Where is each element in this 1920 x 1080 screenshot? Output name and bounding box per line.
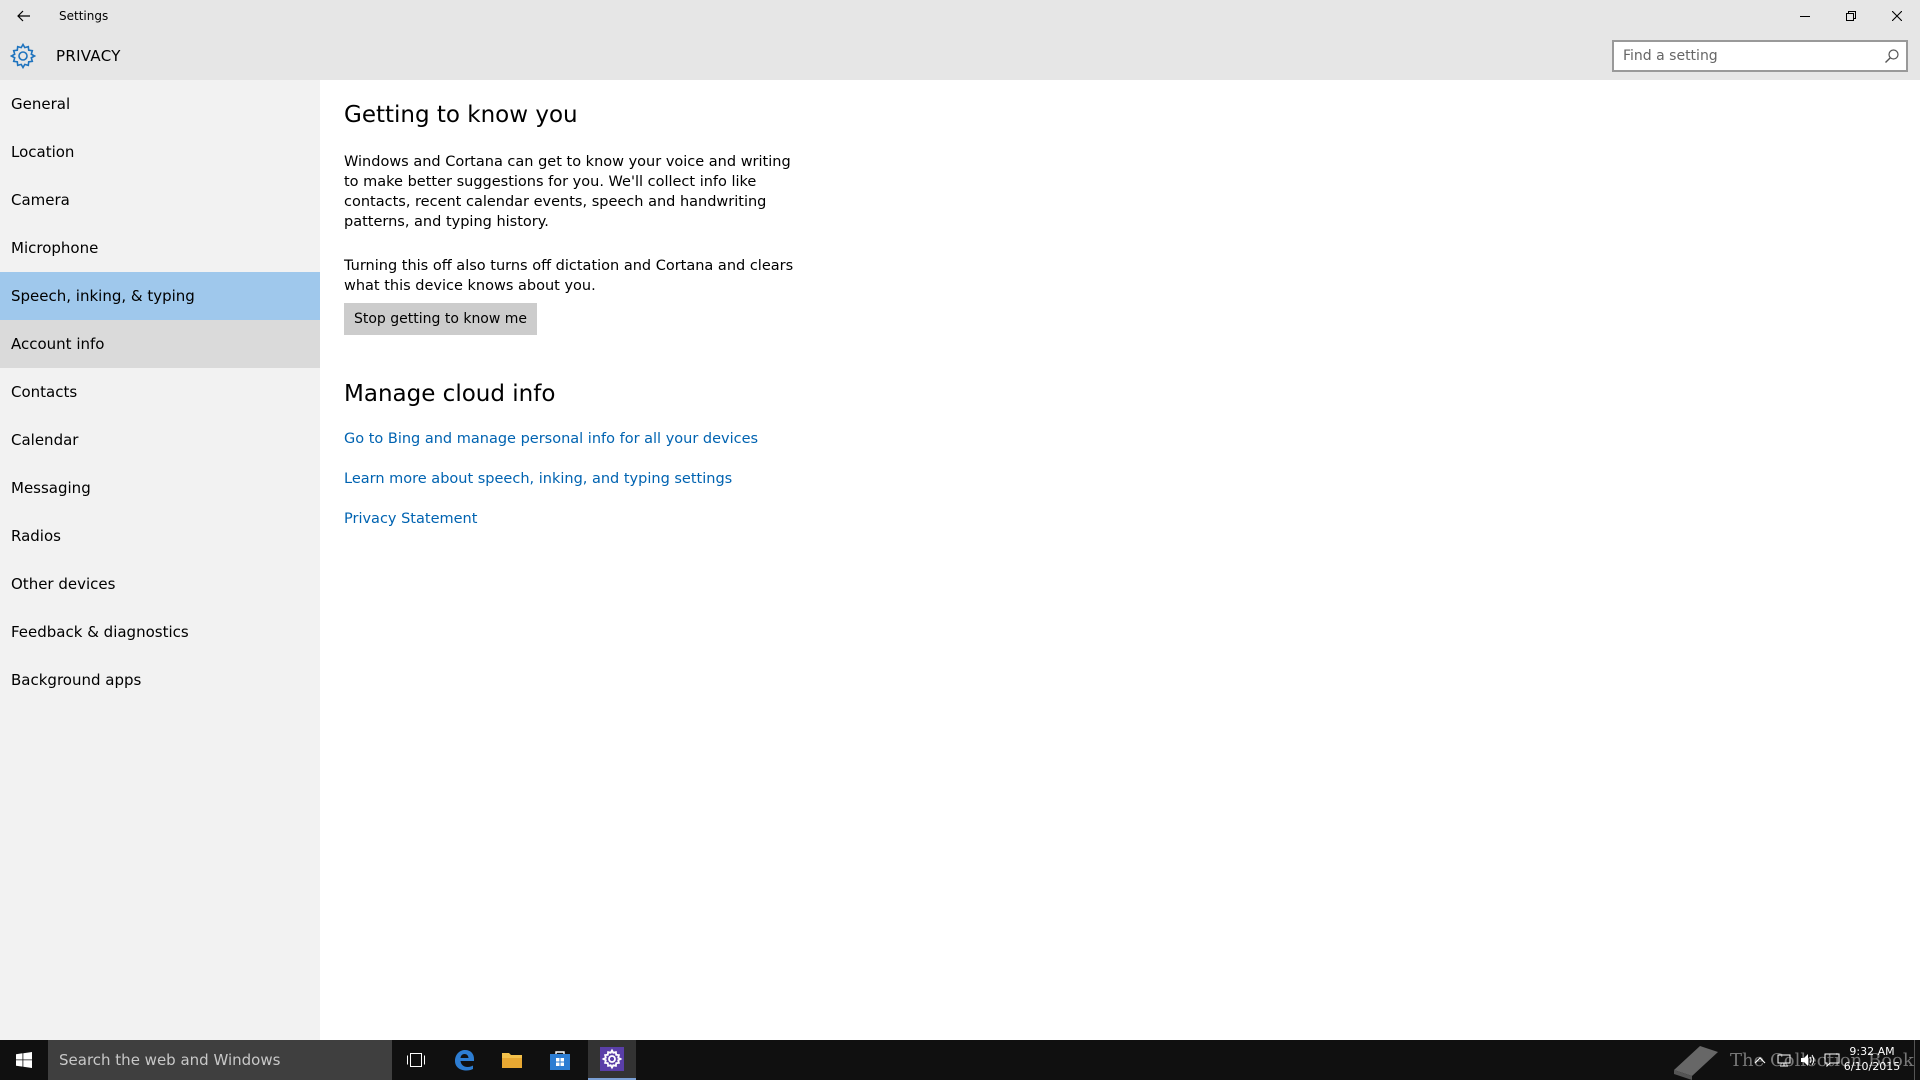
volume-button[interactable] [1800,1052,1816,1068]
file-explorer-button[interactable] [488,1040,536,1080]
sidebar-item-contacts[interactable]: Contacts [0,368,320,416]
sidebar-nav: General Location Camera Microphone Speec… [0,80,320,1040]
show-desktop-button[interactable] [1914,1040,1920,1080]
sidebar-item-camera[interactable]: Camera [0,176,320,224]
edge-browser-button[interactable] [440,1040,488,1080]
windows-logo-icon [16,1052,32,1068]
back-button[interactable] [0,0,48,32]
stop-getting-to-know-me-button[interactable]: Stop getting to know me [344,303,537,335]
bing-manage-info-link[interactable]: Go to Bing and manage personal info for … [344,431,758,447]
section-title-manage-cloud-info: Manage cloud info [344,381,556,407]
edge-icon [455,1050,474,1071]
close-icon [1892,11,1902,21]
section-title-getting-to-know-you: Getting to know you [344,102,578,128]
settings-header: PRIVACY [0,32,1920,80]
settings-gear-icon [600,1047,624,1071]
sidebar-item-messaging[interactable]: Messaging [0,464,320,512]
sidebar-item-other-devices[interactable]: Other devices [0,560,320,608]
show-hidden-icons-button[interactable] [1752,1052,1768,1068]
store-button[interactable] [536,1040,584,1080]
start-button[interactable] [0,1040,48,1080]
network-button[interactable] [1776,1052,1792,1068]
notification-icon [1824,1053,1840,1067]
sidebar-item-general[interactable]: General [0,80,320,128]
network-icon [1777,1054,1791,1067]
sidebar-item-speech-inking-typing[interactable]: Speech, inking, & typing [0,272,320,320]
system-tray [1752,1040,1840,1080]
search-icon[interactable] [1884,48,1900,64]
speaker-icon [1801,1054,1815,1066]
gear-icon [10,43,36,69]
sidebar-item-radios[interactable]: Radios [0,512,320,560]
sidebar-item-microphone[interactable]: Microphone [0,224,320,272]
book-icon [1674,1046,1718,1080]
folder-icon [502,1053,522,1068]
taskbar-search-box[interactable]: Search the web and Windows [48,1040,392,1080]
window-title: Settings [59,9,109,23]
restore-button[interactable] [1828,0,1874,32]
sidebar-item-feedback-diagnostics[interactable]: Feedback & diagnostics [0,608,320,656]
find-setting-input[interactable] [1614,43,1874,69]
back-arrow-icon [17,10,30,22]
store-bag-icon [550,1051,570,1070]
minimize-icon [1800,16,1810,17]
sidebar-item-location[interactable]: Location [0,128,320,176]
title-bar: Settings [0,0,1920,32]
clock-time: 9:32 AM [1849,1045,1895,1058]
getting-to-know-description: Windows and Cortana can get to know your… [344,154,791,230]
sidebar-item-background-apps[interactable]: Background apps [0,656,320,704]
learn-more-speech-link[interactable]: Learn more about speech, inking, and typ… [344,471,732,487]
close-button[interactable] [1874,0,1920,32]
minimize-button[interactable] [1782,0,1828,32]
sidebar-item-account-info[interactable]: Account info [0,320,320,368]
task-view-icon [407,1053,425,1067]
action-center-button[interactable] [1824,1052,1840,1068]
clock-date: 6/10/2015 [1843,1060,1901,1073]
page-title: PRIVACY [56,47,121,65]
taskbar: Search the web and Windows The Collectio… [0,1040,1920,1080]
find-setting-search[interactable] [1612,40,1908,72]
restore-icon [1846,11,1856,21]
chevron-up-icon [1754,1057,1766,1064]
taskbar-search-placeholder: Search the web and Windows [59,1051,281,1069]
taskbar-clock[interactable]: 9:32 AM 6/10/2015 [1842,1044,1902,1074]
settings-taskbar-button[interactable] [588,1040,636,1080]
task-view-button[interactable] [392,1040,440,1080]
sidebar-item-calendar[interactable]: Calendar [0,416,320,464]
turning-off-description: Turning this off also turns off dictatio… [344,258,794,294]
privacy-statement-link[interactable]: Privacy Statement [344,511,477,527]
window-controls [1782,0,1920,32]
